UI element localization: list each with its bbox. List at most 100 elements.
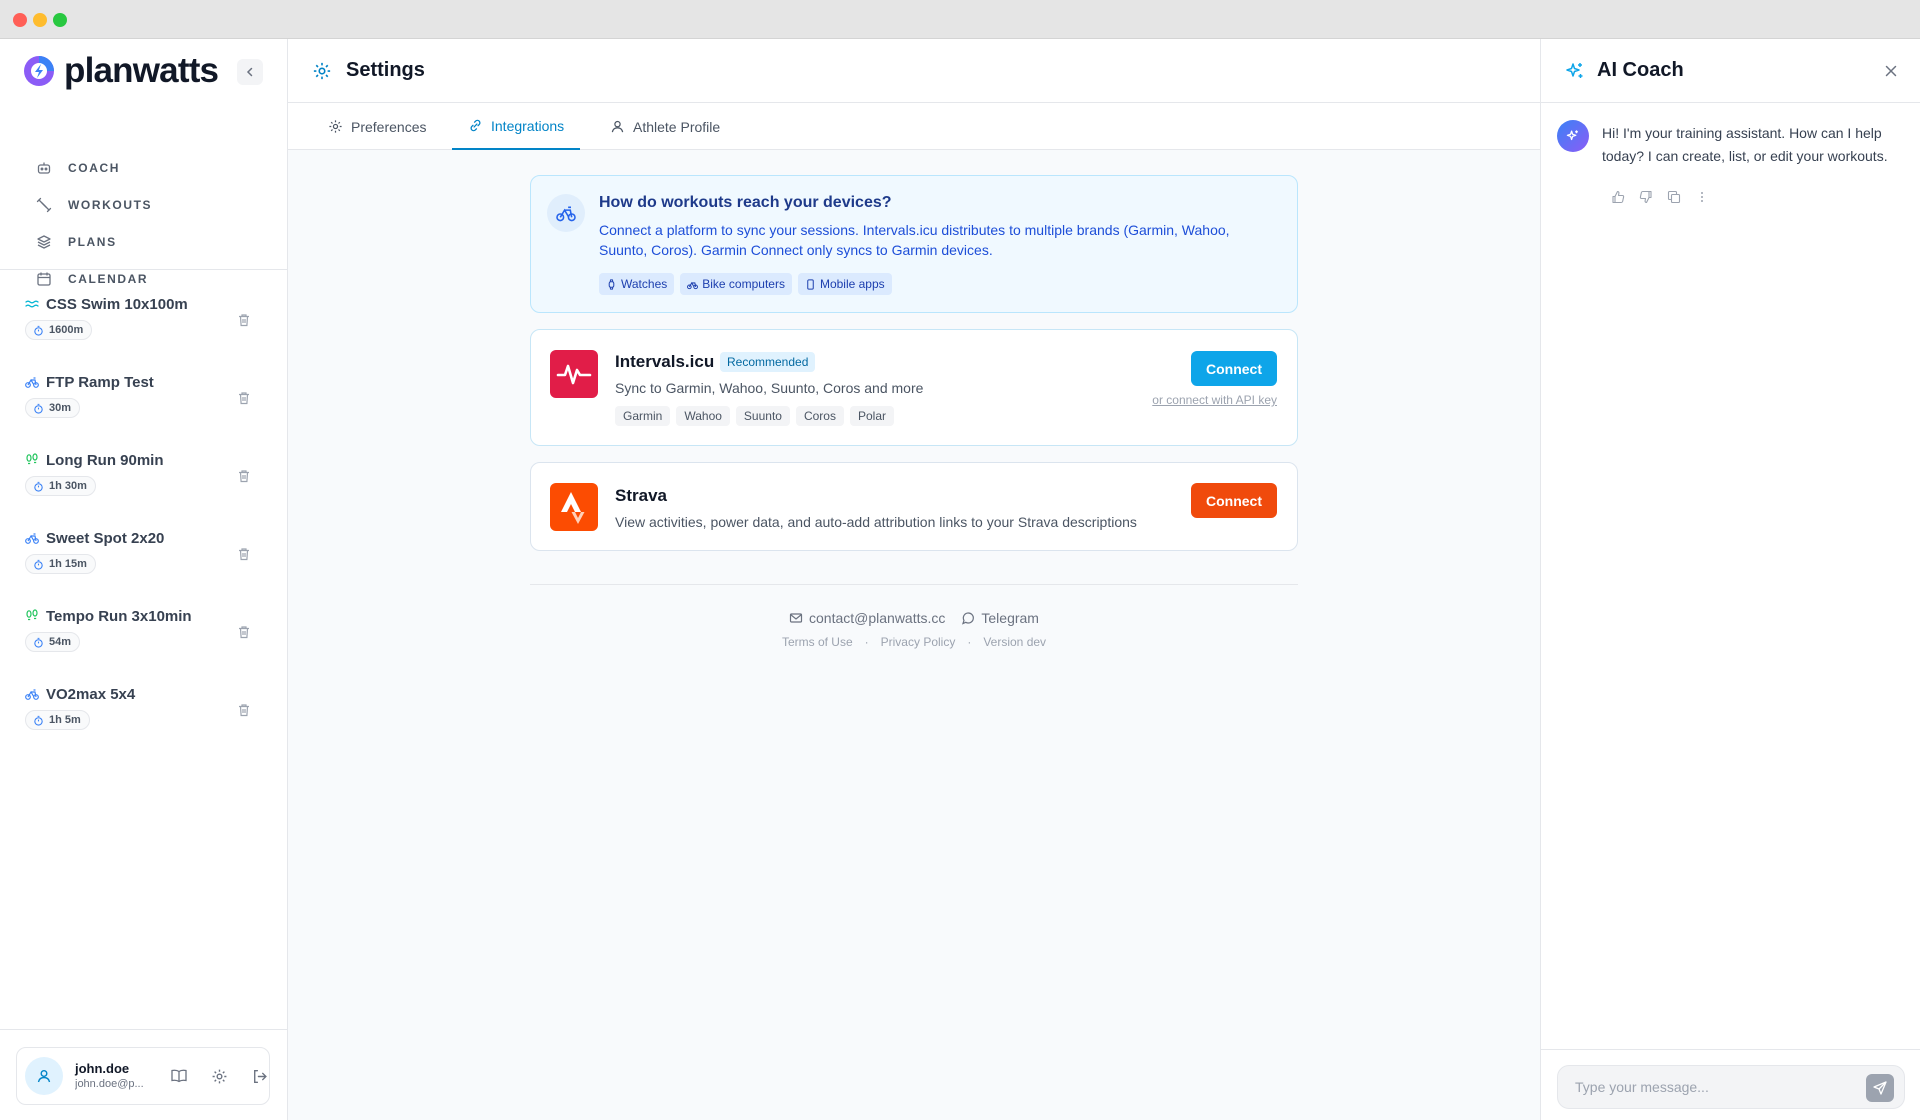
recommended-badge: Recommended [720,352,816,372]
workout-duration: 1h 5m [49,714,81,726]
close-icon[interactable] [1881,61,1901,81]
tab-integrations[interactable]: Integrations [452,103,581,150]
workout-name: FTP Ramp Test [46,373,154,391]
nav-item-plans[interactable]: PLANS [24,223,264,260]
coach-header: AI Coach [1541,39,1920,103]
thumbs-up-icon[interactable] [1611,190,1625,204]
intervals-connect-button[interactable]: Connect [1191,351,1277,386]
copy-icon[interactable] [1667,190,1681,204]
user-info: john.doe john.doe@p... [75,1061,149,1091]
workout-item[interactable]: CSS Swim 10x100m 1600m [16,292,272,367]
workout-item[interactable]: FTP Ramp Test 30m [16,370,272,445]
calendar-icon [37,272,51,286]
user-icon [611,120,624,133]
watch-icon [608,278,615,290]
tab-preferences[interactable]: Preferences [328,103,426,150]
workout-duration-badge: 1h 15m [25,554,96,574]
workout-duration: 1h 15m [49,558,87,570]
logout-button[interactable] [249,1066,269,1086]
nav-item-workouts[interactable]: WORKOUTS [24,186,264,223]
docs-button[interactable] [169,1066,189,1086]
bot-avatar [1557,120,1589,152]
workout-duration: 54m [49,636,72,648]
stopwatch-icon [34,559,43,570]
swim-icon [25,300,39,308]
nav-label: CALENDAR [68,271,149,286]
gear-icon [313,62,331,79]
app: planwatts COACH WORKOUTS PLANS CALENDAR [0,39,1920,1120]
trash-icon[interactable] [236,390,252,406]
trash-icon[interactable] [236,624,252,640]
send-button[interactable] [1866,1074,1894,1102]
workout-item[interactable]: Long Run 90min 1h 30m [16,448,272,523]
device-info-card: How do workouts reach your devices? Conn… [530,175,1298,313]
message-input[interactable] [1557,1065,1905,1109]
collapse-sidebar-button[interactable] [237,59,263,85]
privacy-link[interactable]: Privacy Policy [881,635,956,649]
telegram-link[interactable]: Telegram [961,610,1039,626]
intervals-logo [550,350,598,398]
workout-duration-badge: 1h 5m [25,710,90,730]
user-card: john.doe john.doe@p... [16,1047,270,1105]
logout-icon [253,1069,267,1083]
supported-brands: Garmin Wahoo Suunto Coros Polar [615,406,900,426]
brand-logo[interactable]: planwatts [22,51,219,91]
brand-chip: Wahoo [676,406,730,426]
workout-duration-badge: 1600m [25,320,93,340]
window-close-button[interactable] [13,13,27,27]
device-chip: Bike computers [680,273,792,295]
version-label: Version dev [983,635,1047,649]
tab-athlete-profile[interactable]: Athlete Profile [610,103,720,150]
trash-icon[interactable] [236,546,252,562]
book-open-icon [171,1069,187,1083]
nav-item-coach[interactable]: COACH [24,149,264,186]
brand-chip: Polar [849,406,894,426]
integration-description: Sync to Garmin, Wahoo, Suunto, Coros and… [615,380,924,396]
coach-input-area [1541,1049,1920,1120]
terms-link[interactable]: Terms of Use [782,635,853,649]
window-maximize-button[interactable] [53,13,67,27]
stopwatch-icon [34,715,43,726]
bike-icon [25,533,39,544]
bike-icon [687,281,699,289]
brand-chip: Suunto [735,406,790,426]
stopwatch-icon [34,325,43,336]
contact-email-link[interactable]: contact@planwatts.cc [789,610,945,626]
settings-button[interactable] [209,1066,229,1086]
more-vertical-icon[interactable] [1695,190,1709,204]
workout-item[interactable]: Sweet Spot 2x20 1h 15m [16,526,272,601]
strava-integration-card: Strava View activities, power data, and … [530,462,1298,551]
window-minimize-button[interactable] [33,13,47,27]
avatar[interactable] [25,1057,63,1095]
bike-icon [25,377,39,388]
integration-description: View activities, power data, and auto-ad… [615,514,1137,530]
chip-label: Watches [621,277,668,291]
workout-item[interactable]: VO2max 5x4 1h 5m [16,682,272,757]
planwatts-logo-icon [22,54,56,88]
trash-icon[interactable] [236,702,252,718]
smartphone-icon [807,278,814,290]
sidebar: planwatts COACH WORKOUTS PLANS CALENDAR [0,39,288,1120]
user-email: john.doe@p... [75,1078,144,1090]
user-name: john.doe [75,1061,130,1076]
strava-connect-button[interactable]: Connect [1191,483,1277,518]
tab-label: Athlete Profile [633,118,721,135]
sidebar-divider [0,1029,287,1030]
workout-duration: 1h 30m [49,480,87,492]
trash-icon[interactable] [236,312,252,328]
stopwatch-icon [34,637,43,648]
trash-icon[interactable] [236,468,252,484]
workout-duration-badge: 1h 30m [25,476,96,496]
message-actions [1611,190,1723,204]
brand-chip: Coros [795,406,844,426]
page-title: Settings [346,59,425,81]
bike-icon [25,689,39,700]
workout-name: Tempo Run 3x10min [46,607,192,625]
device-chip: Mobile apps [797,273,892,295]
api-key-link[interactable]: or connect with API key [1152,393,1277,407]
gear-icon [329,120,342,133]
main-content: Settings Preferences Integrations Athlet… [288,39,1540,1120]
workout-item[interactable]: Tempo Run 3x10min 54m [16,604,272,679]
thumbs-down-icon[interactable] [1639,190,1653,204]
robot-icon [37,162,51,174]
